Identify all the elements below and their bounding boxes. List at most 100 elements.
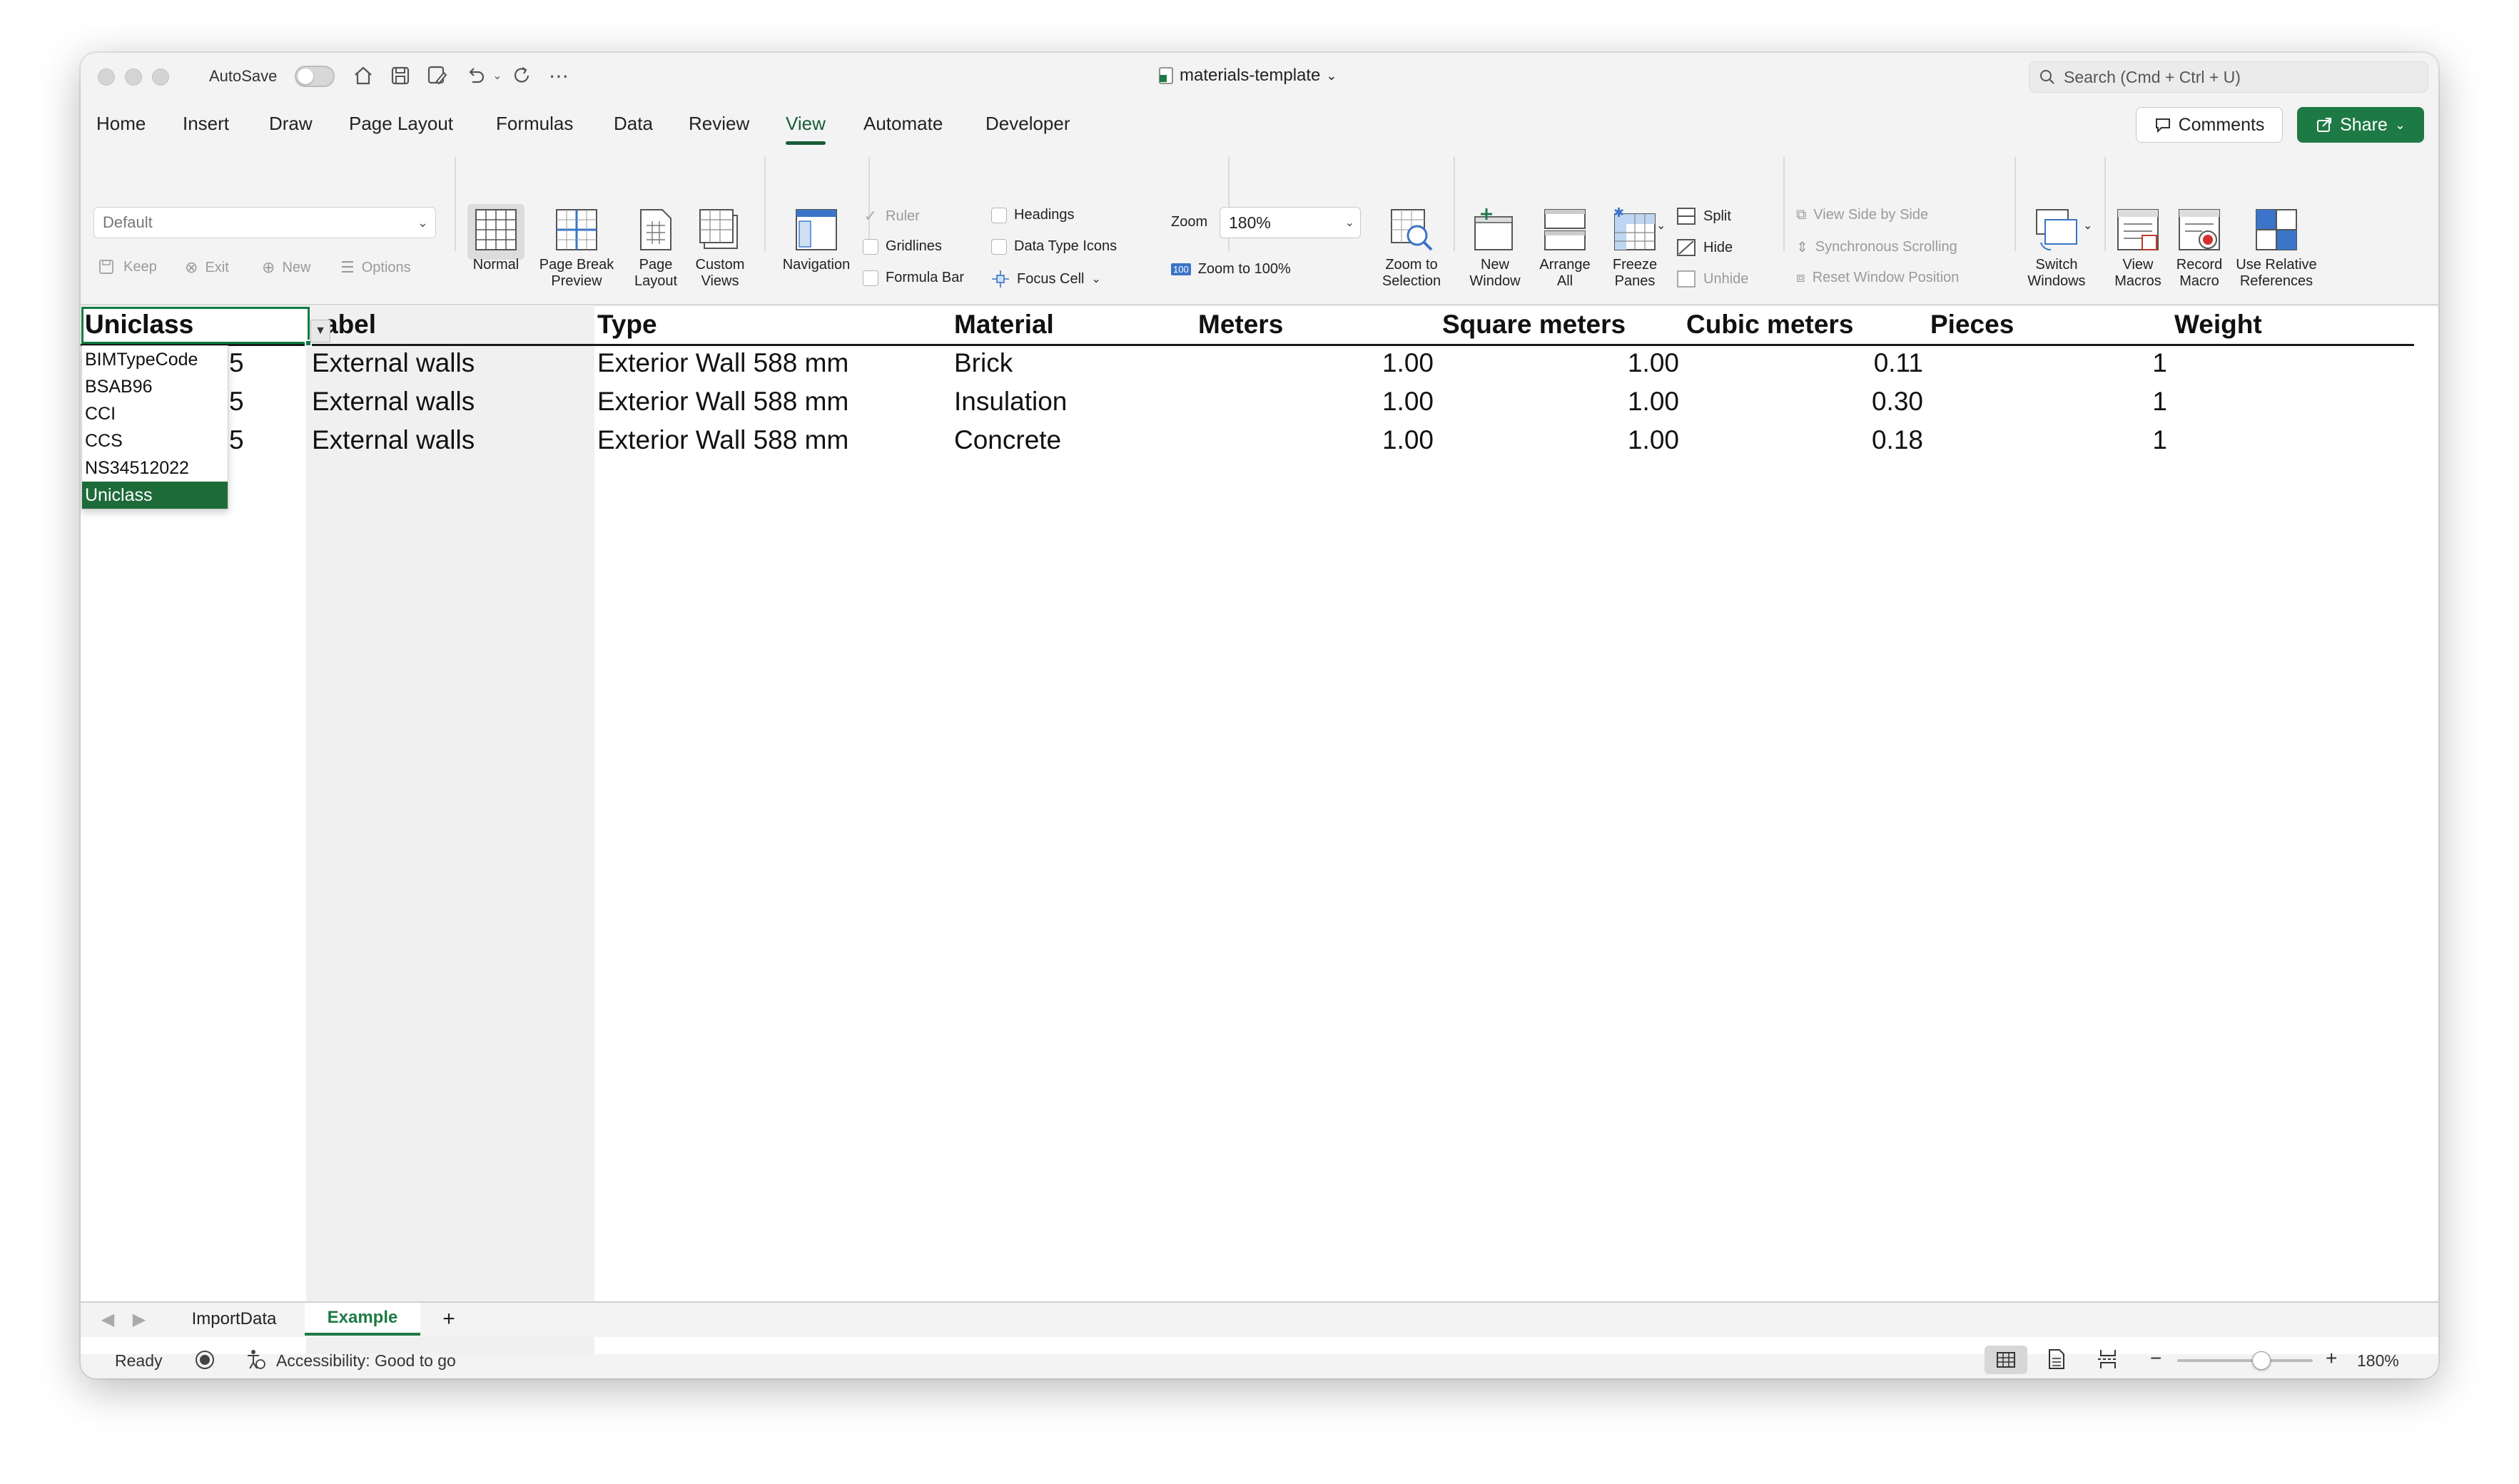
save-as-icon[interactable] [425,63,450,88]
add-sheet-button[interactable]: + [427,1303,470,1336]
cell-type[interactable]: Exterior Wall 588 mm [597,348,848,378]
document-title[interactable]: materials-template ⌄ [1158,66,1337,86]
tab-insert[interactable]: Insert [183,113,229,135]
macro-record-icon[interactable] [193,1348,216,1376]
normal-view-status-icon[interactable] [1985,1346,2027,1374]
accessibility-icon[interactable] [245,1348,266,1374]
header-meters[interactable]: Meters [1198,310,1283,340]
cell-label[interactable]: External walls [312,348,475,378]
home-icon[interactable] [350,63,376,88]
cell-uniclass[interactable]: 5 [229,348,244,378]
record-macro-button[interactable]: Record Macro [2169,207,2230,290]
header-pieces[interactable]: Pieces [1930,310,2014,340]
header-cubic-meters[interactable]: Cubic meters [1686,310,1853,340]
page-layout-view-button[interactable]: Page Layout [627,207,684,290]
header-type[interactable]: Type [597,310,657,340]
chevron-down-icon[interactable]: ⌄ [2083,218,2092,233]
unhide-button[interactable]: Unhide [1676,270,1748,288]
tab-view[interactable]: View [786,113,826,145]
dropdown-option-bsab96[interactable]: BSAB96 [82,373,228,400]
scroll-tabs-left-icon[interactable]: ◀ [95,1303,121,1336]
custom-views-button[interactable]: Custom Views [687,207,753,290]
zoom-out-button[interactable]: − [2150,1347,2161,1370]
headings-checkbox[interactable]: Headings [991,207,1075,223]
cell-pieces[interactable]: 0.11 [1779,348,1923,378]
zoom-to-100-button[interactable]: 100 Zoom to 100% [1171,261,1291,278]
view-macros-button[interactable]: View Macros [2107,207,2169,290]
cell-label[interactable]: External walls [312,425,475,455]
page-break-preview-button[interactable]: Page Break Preview [532,207,622,290]
navigation-button[interactable]: Navigation [769,207,864,273]
scroll-tabs-right-icon[interactable]: ▶ [126,1303,152,1336]
cell-cubic-meters[interactable]: 1.00 [1536,387,1679,417]
cell-cubic-meters[interactable]: 1.00 [1536,348,1679,378]
view-side-by-side-button[interactable]: ⧉ View Side by Side [1796,207,1928,223]
accessibility-status[interactable]: Accessibility: Good to go [276,1351,456,1371]
search-box[interactable]: Search (Cmd + Ctrl + U) [2029,61,2428,93]
cell-uniclass[interactable]: 5 [229,387,244,417]
header-material[interactable]: Material [954,310,1054,340]
cell-weight[interactable]: 1 [2022,387,2167,417]
use-relative-references-button[interactable]: Use Relative References [2230,207,2323,290]
header-square-meters[interactable]: Square meters [1442,310,1626,340]
sheet-tab-importdata[interactable]: ImportData [173,1303,295,1336]
zoom-percentage[interactable]: 180% [2357,1351,2399,1371]
zoom-to-selection-button[interactable]: Zoom to Selection [1368,207,1455,290]
keep-button[interactable]: Keep [98,258,157,275]
exit-button[interactable]: ⊗ Exit [185,258,229,277]
cell-square-meters[interactable]: 1.00 [1294,387,1434,417]
tab-page-layout[interactable]: Page Layout [349,113,453,135]
new-view-button[interactable]: ⊕ New [262,258,310,277]
more-options-icon[interactable]: ⋯ [546,63,572,88]
sheet-view-select[interactable]: Default ⌄ [93,207,436,238]
close-window-button[interactable] [98,68,115,86]
zoom-slider-thumb[interactable] [2251,1351,2271,1370]
view-options-button[interactable]: ☰ Options [340,258,411,277]
hide-button[interactable]: Hide [1676,238,1733,257]
tab-review[interactable]: Review [689,113,749,135]
dropdown-option-bimtypecode[interactable]: BIMTypeCode [82,346,228,373]
synchronous-scrolling-button[interactable]: ⇕ Synchronous Scrolling [1796,238,1957,256]
page-break-status-icon[interactable] [2097,1348,2119,1374]
cell-square-meters[interactable]: 1.00 [1294,348,1434,378]
undo-dropdown-icon[interactable]: ⌄ [485,63,510,88]
data-validation-dropdown-arrow[interactable]: ▼ [310,320,330,342]
cell-weight[interactable]: 1 [2022,348,2167,378]
cell-pieces[interactable]: 0.30 [1779,387,1923,417]
cell-type[interactable]: Exterior Wall 588 mm [597,387,848,417]
zoom-window-button[interactable] [152,68,169,86]
cell-material[interactable]: Insulation [954,387,1067,417]
dropdown-option-uniclass[interactable]: Uniclass [82,482,228,509]
cell-material[interactable]: Concrete [954,425,1061,455]
minimize-window-button[interactable] [125,68,142,86]
chevron-down-icon[interactable]: ⌄ [1656,218,1666,233]
save-icon[interactable] [387,63,413,88]
cell-cubic-meters[interactable]: 1.00 [1536,425,1679,455]
formula-bar-checkbox[interactable]: Formula Bar [863,270,964,286]
dropdown-option-ns34512022[interactable]: NS34512022 [82,454,228,482]
tab-automate[interactable]: Automate [863,113,943,135]
split-button[interactable]: Split [1676,207,1731,225]
reset-window-position-button[interactable]: ⧈ Reset Window Position [1796,270,1959,286]
zoom-in-button[interactable]: + [2326,1347,2337,1370]
zoom-select[interactable]: 180% ⌄ [1220,207,1361,238]
page-layout-status-icon[interactable] [2047,1348,2066,1374]
zoom-slider[interactable] [2169,1344,2321,1376]
sheet-tab-example[interactable]: Example [305,1303,420,1336]
data-type-icons-checkbox[interactable]: Data Type Icons [991,238,1117,255]
cell-pieces[interactable]: 0.18 [1779,425,1923,455]
autosave-toggle[interactable] [295,66,335,87]
tab-data[interactable]: Data [614,113,653,135]
new-window-button[interactable]: New Window [1458,207,1532,290]
arrange-all-button[interactable]: Arrange All [1529,207,1601,290]
tab-draw[interactable]: Draw [269,113,313,135]
header-weight[interactable]: Weight [2174,310,2262,340]
cell-uniclass[interactable]: 5 [229,425,244,455]
normal-view-button[interactable]: Normal [466,207,526,273]
cell-material[interactable]: Brick [954,348,1013,378]
gridlines-checkbox[interactable]: Gridlines [863,238,942,255]
comments-button[interactable]: Comments [2136,107,2283,143]
focus-cell-button[interactable]: Focus Cell ⌄ [991,270,1101,288]
tab-formulas[interactable]: Formulas [496,113,573,135]
tab-home[interactable]: Home [96,113,146,135]
